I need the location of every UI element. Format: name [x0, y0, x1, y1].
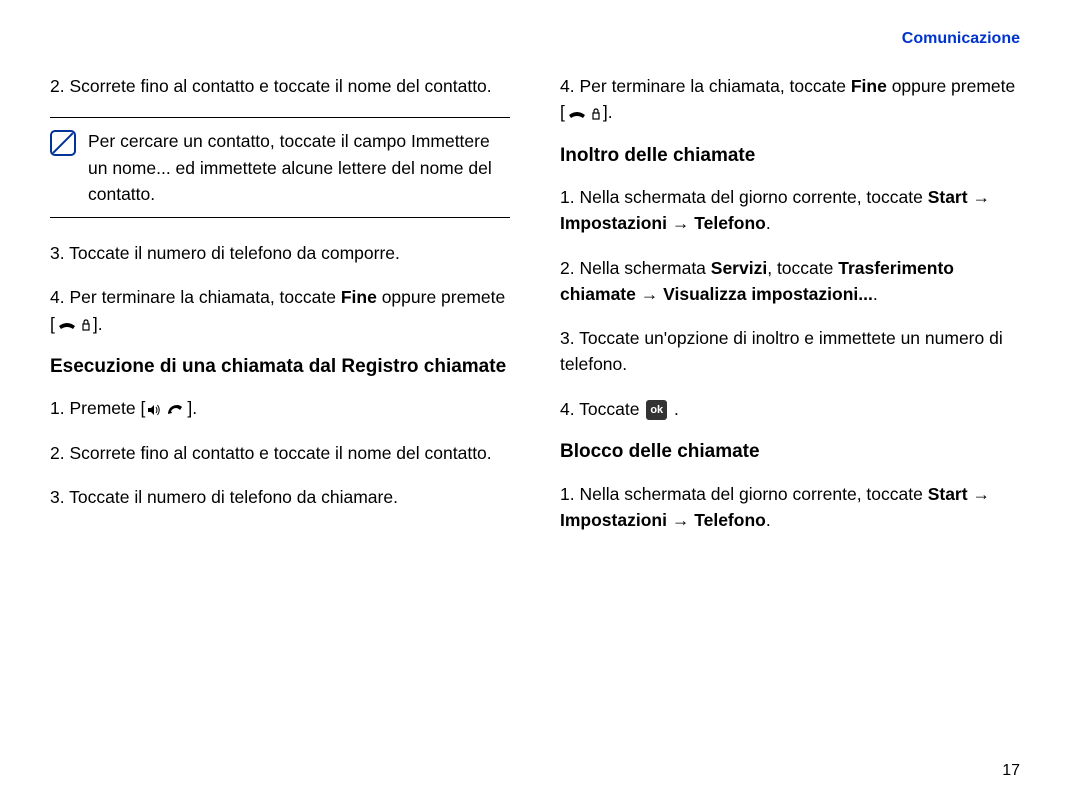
list-item: 3. Toccate il numero di telefono da chia… — [50, 484, 510, 510]
arrow-icon: → — [641, 284, 659, 304]
ok-button-icon: ok — [646, 400, 667, 421]
phone-end-key-icon — [567, 107, 601, 121]
arrow-icon: → — [972, 187, 990, 207]
step-number: 3. — [560, 328, 579, 348]
step-number: 2. — [560, 258, 579, 278]
list-item: 2. Scorrete fino al contatto e toccate i… — [50, 73, 510, 99]
step-number: 1. — [50, 398, 69, 418]
path-view-settings: Visualizza impostazioni... — [663, 284, 873, 304]
path-start: Start — [928, 187, 968, 207]
step-text: Toccate — [579, 399, 644, 419]
list-item: 3. Toccate il numero di telefono da comp… — [50, 240, 510, 266]
list-item: 4. Per terminare la chiamata, toccate Fi… — [50, 284, 510, 337]
list-item: 1. Nella schermata del giorno corrente, … — [560, 184, 1020, 237]
fine-bold: Fine — [341, 287, 377, 307]
fine-bold: Fine — [851, 76, 887, 96]
servizi-bold: Servizi — [711, 258, 767, 278]
step-number: 3. — [50, 487, 69, 507]
step-number: 4. — [560, 399, 579, 419]
period: . — [873, 284, 878, 304]
page-container: Comunicazione 2. Scorrete fino al contat… — [0, 0, 1080, 810]
list-item: 2. Nella schermata Servizi, toccate Tras… — [560, 255, 1020, 308]
step-text-mid: , toccate — [767, 258, 838, 278]
step-text-end: ]. — [603, 102, 613, 122]
path-settings: Impostazioni — [560, 510, 667, 530]
list-item: 4. Per terminare la chiamata, toccate Fi… — [560, 73, 1020, 126]
step-number: 3. — [50, 243, 69, 263]
arrow-icon: → — [672, 213, 690, 233]
step-text-pre: Nella schermata del giorno corrente, toc… — [579, 484, 927, 504]
list-item: 2. Scorrete fino al contatto e toccate i… — [50, 440, 510, 466]
note-text: Per cercare un contatto, toccate il camp… — [88, 128, 510, 207]
list-item: 4. Toccate ok . — [560, 396, 1020, 422]
step-text: Toccate un'opzione di inoltro e immettet… — [560, 328, 1003, 374]
path-phone: Telefono — [694, 510, 766, 530]
list-item: 1. Premete []. — [50, 395, 510, 421]
page-number: 17 — [1002, 762, 1020, 780]
content-columns: 2. Scorrete fino al contatto e toccate i… — [50, 73, 1020, 780]
left-column: 2. Scorrete fino al contatto e toccate i… — [50, 73, 510, 780]
period: . — [766, 510, 771, 530]
step-number: 1. — [560, 484, 579, 504]
right-column: 4. Per terminare la chiamata, toccate Fi… — [560, 73, 1020, 780]
step-text: Toccate il numero di telefono da chiamar… — [69, 487, 398, 507]
arrow-icon: → — [672, 510, 690, 530]
list-item: 1. Nella schermata del giorno corrente, … — [560, 481, 1020, 534]
path-phone: Telefono — [694, 213, 766, 233]
step-text-pre: Nella schermata del giorno corrente, toc… — [579, 187, 927, 207]
step-number: 1. — [560, 187, 579, 207]
step-number: 2. — [50, 76, 69, 96]
step-text-pre: Premete [ — [69, 398, 145, 418]
period: . — [766, 213, 771, 233]
header-title: Comunicazione — [902, 30, 1020, 47]
step-number: 2. — [50, 443, 69, 463]
page-header: Comunicazione — [50, 30, 1020, 48]
step-number: 4. — [50, 287, 69, 307]
period: . — [674, 399, 679, 419]
step-number: 4. — [560, 76, 579, 96]
phone-end-key-icon — [57, 318, 91, 332]
step-text-end: ]. — [93, 314, 103, 334]
arrow-icon: → — [972, 484, 990, 504]
path-settings: Impostazioni — [560, 213, 667, 233]
subheading-blocking: Blocco delle chiamate — [560, 440, 1020, 465]
step-text: Toccate il numero di telefono da comporr… — [69, 243, 400, 263]
step-text-post: ]. — [187, 398, 197, 418]
list-item: 3. Toccate un'opzione di inoltro e immet… — [560, 325, 1020, 378]
note-box: Per cercare un contatto, toccate il camp… — [50, 117, 510, 218]
subheading-call-log: Esecuzione di una chiamata dal Registro … — [50, 355, 510, 380]
note-icon — [50, 130, 76, 156]
step-text: Scorrete fino al contatto e toccate il n… — [69, 76, 491, 96]
subheading-forwarding: Inoltro delle chiamate — [560, 144, 1020, 169]
path-start: Start — [928, 484, 968, 504]
step-text-pre: Per terminare la chiamata, toccate — [69, 287, 340, 307]
step-text: Scorrete fino al contatto e toccate il n… — [69, 443, 491, 463]
step-text-pre: Nella schermata — [579, 258, 710, 278]
speaker-phone-key-icon — [147, 403, 185, 417]
step-text-pre: Per terminare la chiamata, toccate — [579, 76, 850, 96]
